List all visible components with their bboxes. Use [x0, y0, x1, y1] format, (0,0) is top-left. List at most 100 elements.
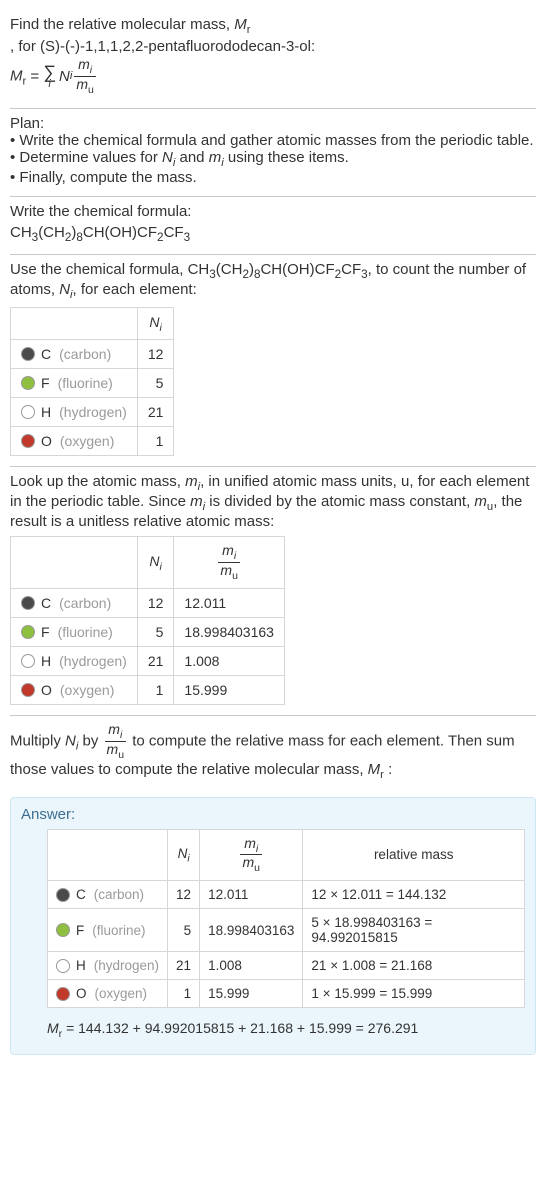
statement-line-1: Find the relative molecular mass, Mr — [10, 16, 536, 36]
relative-mass: 1 × 15.999 = 15.999 — [303, 980, 525, 1008]
lookup-table: Ni mi mu C (carbon) 12 12.011 F (fluorin… — [10, 536, 285, 705]
element-name: (carbon) — [59, 346, 111, 362]
chem-inline: CH3(CH2)8CH(OH)CF2CF3 — [188, 261, 368, 278]
count-value: 1 — [137, 427, 174, 456]
equals: = — [30, 68, 39, 85]
table-header: Ni mi mu relative mass — [48, 829, 525, 881]
sym-m: m — [185, 473, 198, 490]
count-value: 12 — [137, 340, 174, 369]
sym-i: i — [187, 853, 189, 864]
sym-i: i — [160, 321, 162, 333]
lookup-intro: Look up the atomic mass, mi, in unified … — [10, 473, 536, 530]
text: Use the chemical formula, — [10, 261, 188, 278]
element-symbol: C — [76, 887, 86, 902]
element-name: (fluorine) — [58, 624, 113, 640]
table-row: O (oxygen) 1 — [11, 427, 174, 456]
element-swatch — [21, 654, 35, 668]
sym-N: N — [65, 732, 76, 749]
table-row: H (hydrogen) 21 — [11, 398, 174, 427]
plan-section: Plan: • Write the chemical formula and g… — [10, 109, 536, 196]
table-header: Ni mi mu — [11, 537, 285, 589]
mass-value: 12.011 — [200, 881, 303, 909]
text: Find the relative molecular mass, — [10, 16, 234, 33]
element-symbol: C — [41, 595, 51, 611]
fraction-mi-mu: mi mu — [240, 836, 262, 875]
count-value: 12 — [137, 589, 174, 618]
relative-mass: 5 × 18.998403163 = 94.992015815 — [303, 909, 525, 952]
mass-value: 1.008 — [174, 647, 285, 676]
text: using these items. — [224, 149, 349, 166]
sym-N: N — [149, 553, 159, 569]
sym-N: N — [162, 149, 173, 166]
answer-table: Ni mi mu relative mass C (carbon) 12 12.… — [47, 829, 525, 1009]
table-row: H (hydrogen) 21 1.008 21 × 1.008 = 21.16… — [48, 952, 525, 980]
element-name: (carbon) — [59, 595, 111, 611]
sigma-icon: ∑ i — [43, 63, 56, 90]
sym-M: M — [10, 67, 23, 84]
sym-r: r — [59, 1028, 63, 1040]
relative-mass: 12 × 12.011 = 144.132 — [303, 881, 525, 909]
element-symbol: O — [76, 986, 87, 1001]
element-name: (hydrogen) — [94, 958, 159, 973]
count-atoms-section: Use the chemical formula, CH3(CH2)8CH(OH… — [10, 255, 536, 467]
table-row: O (oxygen) 1 15.999 — [11, 676, 285, 705]
element-name: (oxygen) — [60, 433, 114, 449]
text: : — [384, 761, 392, 778]
text: by — [78, 732, 102, 749]
chem-part: CF — [164, 224, 184, 241]
element-name: (fluorine) — [58, 375, 113, 391]
chem-part: CH(OH)CF — [83, 224, 157, 241]
mass-value: 15.999 — [200, 980, 303, 1008]
element-swatch — [21, 405, 35, 419]
table-row: C (carbon) 12 12.011 — [11, 589, 285, 618]
text: Multiply — [10, 732, 65, 749]
text: Look up the atomic mass, — [10, 473, 185, 490]
element-swatch — [21, 683, 35, 697]
sym-M: M — [368, 761, 381, 778]
table-row: F (fluorine) 5 18.998403163 — [11, 618, 285, 647]
chem-title: Write the chemical formula: — [10, 203, 536, 220]
sym-N: N — [149, 314, 159, 330]
element-symbol: C — [41, 346, 51, 362]
fraction-mi-mu: mi mu — [105, 722, 127, 761]
count-value: 1 — [137, 676, 174, 705]
table-row: F (fluorine) 5 18.998403163 5 × 18.99840… — [48, 909, 525, 952]
element-swatch — [21, 625, 35, 639]
element-swatch — [21, 376, 35, 390]
col-relative-mass: relative mass — [303, 829, 525, 881]
sym-i: i — [160, 561, 162, 573]
plan-bullet-2: • Determine values for Ni and mi using t… — [10, 149, 536, 169]
count-value: 5 — [168, 909, 200, 952]
chem-formula: CH3(CH2)8CH(OH)CF2CF3 — [10, 224, 536, 244]
multiply-section: Multiply Ni by mi mu to compute the rela… — [10, 716, 536, 791]
relative-mass: 21 × 1.008 = 21.168 — [303, 952, 525, 980]
element-symbol: H — [76, 958, 86, 973]
element-symbol: F — [76, 923, 84, 938]
text: and — [175, 149, 208, 166]
plan-title: Plan: — [10, 115, 536, 132]
text: is divided by the atomic mass constant, — [205, 493, 474, 510]
Ni-times-frac: Ni mi mu — [59, 57, 98, 96]
element-symbol: O — [41, 433, 52, 449]
element-swatch — [21, 434, 35, 448]
table-header: Ni — [11, 307, 174, 340]
mass-value: 18.998403163 — [174, 618, 285, 647]
sym-m: m — [209, 149, 222, 166]
element-name: (carbon) — [94, 887, 144, 902]
element-symbol: F — [41, 375, 50, 391]
element-swatch — [56, 923, 70, 937]
sym-N: N — [59, 68, 70, 85]
sum-expression: = ∑ i Ni mi mu — [30, 57, 97, 96]
definition-equation: Mr = ∑ i Ni mi mu — [10, 57, 536, 96]
element-name: (hydrogen) — [59, 404, 127, 420]
mass-value: 12.011 — [174, 589, 285, 618]
count-value: 21 — [137, 398, 174, 427]
plan-bullet-3: • Finally, compute the mass. — [10, 169, 536, 186]
chem-sub: 3 — [184, 231, 191, 244]
count-table: Ni C (carbon) 12 F (fluorine) 5 H (hydro… — [10, 307, 174, 457]
answer-content: Ni mi mu relative mass C (carbon) 12 12.… — [21, 829, 525, 1040]
sym-m: m — [190, 493, 203, 510]
element-name: (oxygen) — [60, 682, 114, 698]
table-row: O (oxygen) 1 15.999 1 × 15.999 = 15.999 — [48, 980, 525, 1008]
element-symbol: O — [41, 682, 52, 698]
